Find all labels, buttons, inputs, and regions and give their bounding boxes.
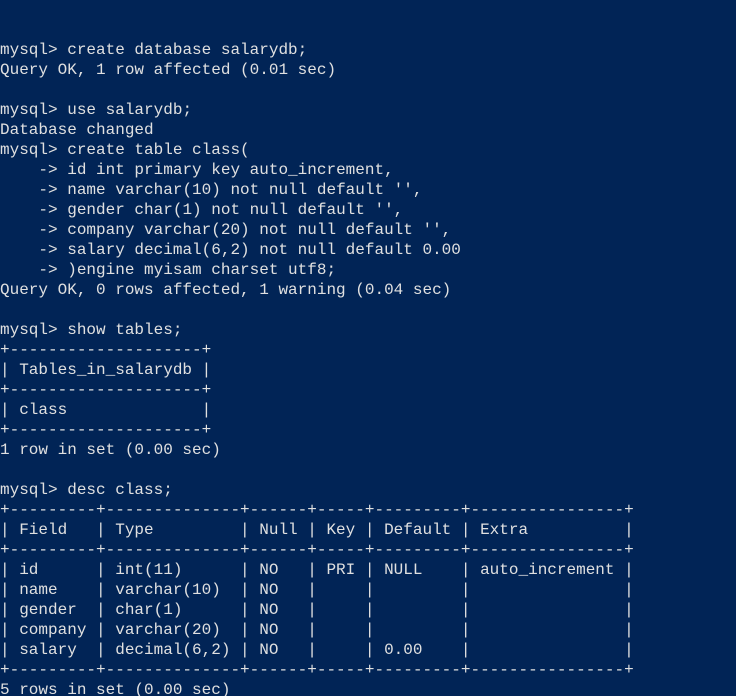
prompt: mysql> bbox=[0, 101, 58, 119]
table-border: +---------+--------------+------+-----+-… bbox=[0, 541, 634, 559]
cont-prompt: -> bbox=[0, 221, 58, 239]
table-border: +--------------------+ bbox=[0, 381, 211, 399]
command-text: )engine myisam charset utf8; bbox=[67, 261, 336, 279]
table-border: +--------------------+ bbox=[0, 421, 211, 439]
output-line: 1 row in set (0.00 sec) bbox=[0, 441, 221, 459]
table-row: | company | varchar(20) | NO | | | | bbox=[0, 621, 634, 639]
cont-prompt: -> bbox=[0, 261, 58, 279]
cont-prompt: -> bbox=[0, 241, 58, 259]
command-text: gender char(1) not null default '', bbox=[67, 201, 403, 219]
command-text: use salarydb; bbox=[67, 101, 192, 119]
cont-prompt: -> bbox=[0, 201, 58, 219]
command-text: show tables; bbox=[67, 321, 182, 339]
command-text: create database salarydb; bbox=[67, 41, 307, 59]
table-header: | Tables_in_salarydb | bbox=[0, 361, 211, 379]
command-text: create table class( bbox=[67, 141, 249, 159]
table-row: | salary | decimal(6,2) | NO | | 0.00 | … bbox=[0, 641, 634, 659]
command-text: name varchar(10) not null default '', bbox=[67, 181, 422, 199]
terminal[interactable]: mysql> create database salarydb; Query O… bbox=[0, 40, 736, 696]
table-border: +--------------------+ bbox=[0, 341, 211, 359]
table-border: +---------+--------------+------+-----+-… bbox=[0, 501, 634, 519]
prompt: mysql> bbox=[0, 481, 58, 499]
command-text: desc class; bbox=[67, 481, 173, 499]
command-text: id int primary key auto_increment, bbox=[67, 161, 393, 179]
output-line: Database changed bbox=[0, 121, 154, 139]
command-text: company varchar(20) not null default '', bbox=[67, 221, 451, 239]
prompt: mysql> bbox=[0, 141, 58, 159]
cont-prompt: -> bbox=[0, 181, 58, 199]
table-row: | class | bbox=[0, 401, 211, 419]
prompt: mysql> bbox=[0, 321, 58, 339]
output-line: Query OK, 0 rows affected, 1 warning (0.… bbox=[0, 281, 451, 299]
table-row: | name | varchar(10) | NO | | | | bbox=[0, 581, 634, 599]
table-row: | gender | char(1) | NO | | | | bbox=[0, 601, 634, 619]
prompt: mysql> bbox=[0, 41, 58, 59]
output-line: 5 rows in set (0.00 sec) bbox=[0, 681, 230, 696]
output-line: Query OK, 1 row affected (0.01 sec) bbox=[0, 61, 336, 79]
table-row: | id | int(11) | NO | PRI | NULL | auto_… bbox=[0, 561, 634, 579]
table-border: +---------+--------------+------+-----+-… bbox=[0, 661, 634, 679]
command-text: salary decimal(6,2) not null default 0.0… bbox=[67, 241, 461, 259]
table-header: | Field | Type | Null | Key | Default | … bbox=[0, 521, 634, 539]
cont-prompt: -> bbox=[0, 161, 58, 179]
